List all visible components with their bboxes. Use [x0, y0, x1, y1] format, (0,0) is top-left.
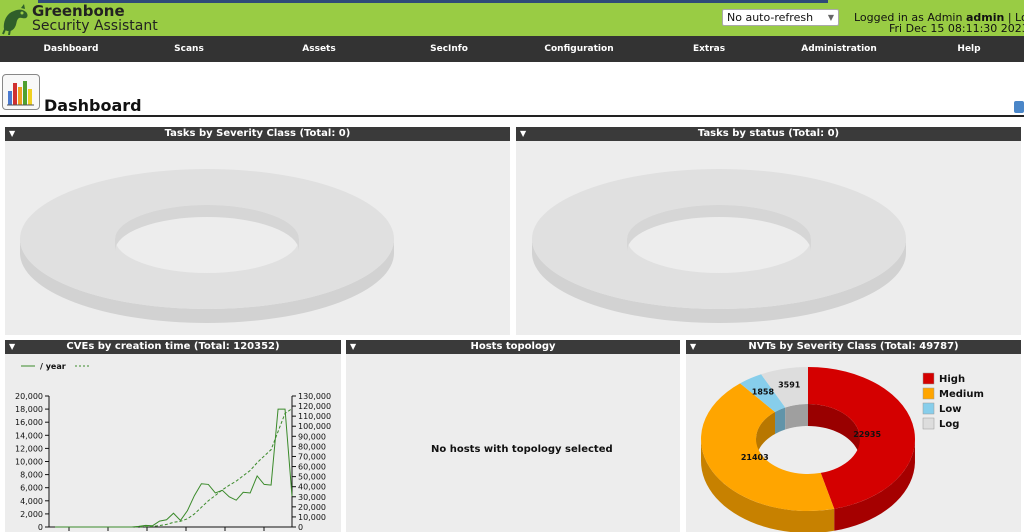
legend-label-high: High: [939, 374, 965, 385]
legend-swatch-log: [922, 417, 935, 430]
greenbone-logo-icon: [2, 4, 28, 35]
right-y-tick-label: 80,000: [298, 442, 326, 451]
panel-header: ▼ Tasks by status (Total: 0): [516, 127, 1021, 141]
panel-title: CVEs by creation time (Total: 120352): [66, 341, 280, 352]
brand-subtitle: Security Assistant: [32, 18, 158, 34]
slice-value-label: 21403: [741, 453, 769, 462]
right-y-tick-label: 50,000: [298, 473, 326, 482]
tasks-severity-empty-donut: [20, 169, 394, 323]
panel-title: NVTs by Severity Class (Total: 49787): [748, 341, 959, 352]
legend-swatch-low: [922, 402, 935, 415]
series-per-year-line: [55, 408, 293, 528]
left-y-tick-label: 2,000: [20, 510, 43, 519]
left-y-tick-label: 18,000: [15, 405, 43, 414]
cves-line-chart: / year 0 2,000 4,000 6,000 8,000 10,000 12,000…: [15, 362, 331, 532]
panel-menu-icon[interactable]: ▼: [350, 340, 356, 354]
panel-menu-icon[interactable]: ▼: [9, 127, 15, 141]
tasks-status-empty-donut: [532, 169, 906, 323]
edit-dashboard-icon[interactable]: [1014, 101, 1024, 113]
slice-inner-low: [774, 407, 786, 434]
nav-configuration[interactable]: Configuration: [544, 36, 613, 62]
left-y-tick-label: 12,000: [15, 444, 43, 453]
series-cumulative-line: [55, 408, 293, 528]
legend-label-medium: Medium: [939, 389, 984, 400]
nav-secinfo[interactable]: SecInfo: [430, 36, 468, 62]
header-datetime: Fri Dec 15 08:11:30 2023 UTC: [889, 22, 1024, 35]
page-title: Dashboard: [44, 96, 142, 115]
right-y-tick-label: 40,000: [298, 483, 326, 492]
legend-label-log: Log: [939, 419, 959, 430]
legend-swatch-medium: [922, 387, 935, 400]
left-y-tick-label: 10,000: [15, 458, 43, 467]
legend-swatch-high: [922, 372, 935, 385]
panel-menu-icon[interactable]: ▼: [9, 340, 15, 354]
slice-inner-log: [785, 404, 808, 430]
panel-title: Tasks by Severity Class (Total: 0): [164, 128, 351, 139]
panel-header: ▼ NVTs by Severity Class (Total: 49787): [686, 340, 1021, 354]
right-y-tick-label: 130,000: [298, 392, 331, 401]
title-divider: [0, 115, 1024, 117]
nav-assets[interactable]: Assets: [302, 36, 335, 62]
panel-menu-icon[interactable]: ▼: [690, 340, 696, 354]
right-y-tick-label: 100,000: [298, 422, 331, 431]
legend-label-low: Low: [939, 404, 961, 415]
nav-help[interactable]: Help: [957, 36, 980, 62]
panel-title: Tasks by status (Total: 0): [697, 128, 840, 139]
right-y-tick-label: 110,000: [298, 412, 331, 421]
header-top-border: [0, 0, 1024, 3]
auto-refresh-value: No auto-refresh: [727, 11, 814, 24]
slice-value-label: 1858: [752, 388, 775, 397]
right-y-tick-label: 120,000: [298, 402, 331, 411]
legend-label: / year: [40, 362, 66, 371]
panel-menu-icon[interactable]: ▼: [520, 127, 526, 141]
left-y-tick-label: 4,000: [20, 497, 43, 506]
right-y-tick-label: 90,000: [298, 432, 326, 441]
slice-value-label: 3591: [778, 380, 801, 389]
panel-header: ▼ Tasks by Severity Class (Total: 0): [5, 127, 510, 141]
panel-header: ▼ Hosts topology: [346, 340, 680, 354]
right-y-tick-label: 60,000: [298, 463, 326, 472]
nav-scans[interactable]: Scans: [174, 36, 204, 62]
auto-refresh-select[interactable]: No auto-refresh ▼: [722, 9, 839, 26]
right-y-tick-label: 70,000: [298, 452, 326, 461]
right-y-tick-label: 10,000: [298, 513, 326, 522]
right-y-tick-label: 0: [298, 523, 303, 532]
nvts-donut-chart: 22935 21403 18583591 High Medium Low Log: [701, 367, 984, 532]
panel-header: ▼ CVEs by creation time (Total: 120352): [5, 340, 341, 354]
panel-nvts: ▼ NVTs by Severity Class (Total: 49787) …: [686, 340, 1021, 532]
dashboard-icon: [2, 74, 40, 110]
left-y-tick-label: 6,000: [20, 484, 43, 493]
panel-hosts-topology: ▼ Hosts topology No hosts with topology …: [346, 340, 680, 532]
panel-title: Hosts topology: [470, 341, 556, 352]
left-y-tick-label: 8,000: [20, 471, 43, 480]
nav-dashboard[interactable]: Dashboard: [44, 36, 99, 62]
right-y-tick-label: 20,000: [298, 503, 326, 512]
main-nav: Dashboard Scans Assets SecInfo Configura…: [0, 36, 1024, 62]
left-y-tick-label: 0: [38, 523, 43, 532]
left-y-tick-label: 16,000: [15, 418, 43, 427]
panel-tasks-severity: ▼ Tasks by Severity Class (Total: 0): [5, 127, 510, 335]
chevron-down-icon: ▼: [827, 13, 834, 22]
nav-administration[interactable]: Administration: [801, 36, 877, 62]
right-y-tick-label: 30,000: [298, 493, 326, 502]
left-y-tick-label: 20,000: [15, 392, 43, 401]
left-y-tick-label: 14,000: [15, 431, 43, 440]
header-bar: Greenbone Security Assistant No auto-ref…: [0, 0, 1024, 36]
nav-extras[interactable]: Extras: [693, 36, 725, 62]
slice-value-label: 22935: [853, 430, 881, 439]
panel-cves: ▼ CVEs by creation time (Total: 120352) …: [5, 340, 341, 532]
no-hosts-message: No hosts with topology selected: [431, 444, 613, 455]
panel-tasks-status: ▼ Tasks by status (Total: 0): [516, 127, 1021, 335]
